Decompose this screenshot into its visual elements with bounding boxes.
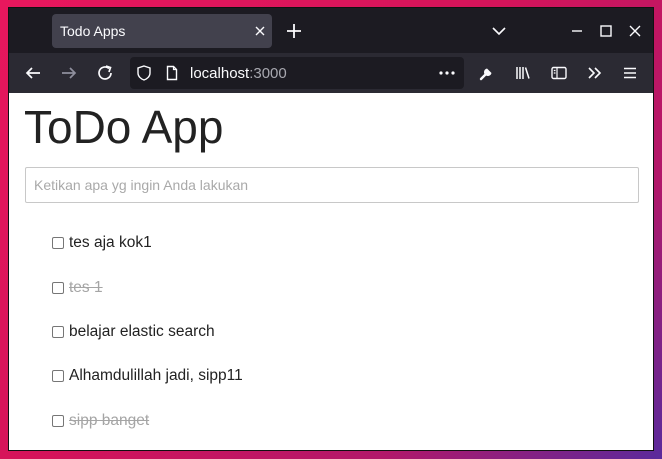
minimize-icon[interactable] <box>568 22 586 40</box>
chevron-down-icon[interactable] <box>490 22 508 40</box>
page-title: ToDo App <box>24 101 224 153</box>
todo-text[interactable]: tes aja kok1 <box>69 234 152 252</box>
wrench-icon[interactable] <box>478 64 496 82</box>
back-arrow-icon[interactable] <box>24 64 42 82</box>
tab-strip: Todo Apps <box>9 8 653 53</box>
browser-window: Todo Apps localhost:3000 ToDo App Ketika… <box>8 7 654 451</box>
todo-item: Alhamdulillah jadi, sipp11 <box>52 354 243 398</box>
page-info-icon[interactable] <box>164 65 180 81</box>
todo-item: sipp banget <box>52 399 243 443</box>
navigation-toolbar: localhost:3000 <box>9 53 653 93</box>
todo-text[interactable]: Alhamdulillah jadi, sipp11 <box>69 367 243 385</box>
todo-item: tes aja kok1 <box>52 221 243 265</box>
todo-checkbox[interactable] <box>52 237 64 250</box>
overflow-chevrons-icon[interactable] <box>586 64 604 82</box>
library-icon[interactable] <box>514 64 532 82</box>
todo-list: tes aja kok1 tes 1 belajar elastic searc… <box>52 230 243 450</box>
new-todo-input[interactable] <box>25 167 639 203</box>
url-port: :3000 <box>249 65 287 82</box>
todo-checkbox[interactable] <box>52 414 64 427</box>
forward-arrow-icon[interactable] <box>60 64 78 82</box>
address-bar[interactable]: localhost:3000 <box>130 57 464 89</box>
tab-title: Todo Apps <box>60 23 126 39</box>
todo-text[interactable]: belajar elastic search <box>69 323 215 341</box>
url-host: localhost <box>190 65 250 82</box>
todo-checkbox[interactable] <box>52 370 64 383</box>
tab-todo-apps[interactable]: Todo Apps <box>52 14 272 48</box>
todo-text[interactable]: tes 1 <box>69 279 103 297</box>
close-tab-icon[interactable] <box>252 23 268 39</box>
hamburger-menu-icon[interactable] <box>621 64 639 82</box>
todo-item: belajar elastic search <box>52 310 243 354</box>
url-text[interactable]: localhost:3000 <box>190 65 287 82</box>
reload-icon[interactable] <box>96 64 114 82</box>
page-content: ToDo App tes aja kok1 tes 1 belajar elas… <box>9 93 653 450</box>
close-window-icon[interactable] <box>626 22 644 40</box>
todo-item: tes 1 <box>52 265 243 309</box>
new-tab-icon[interactable] <box>284 21 304 41</box>
reader-view-icon[interactable] <box>550 64 568 82</box>
todo-checkbox[interactable] <box>52 281 64 294</box>
todo-text[interactable]: sipp banget <box>69 412 149 430</box>
maximize-icon[interactable] <box>597 22 615 40</box>
more-actions-icon[interactable] <box>438 65 456 81</box>
shield-icon[interactable] <box>136 65 152 81</box>
todo-checkbox[interactable] <box>52 325 64 338</box>
